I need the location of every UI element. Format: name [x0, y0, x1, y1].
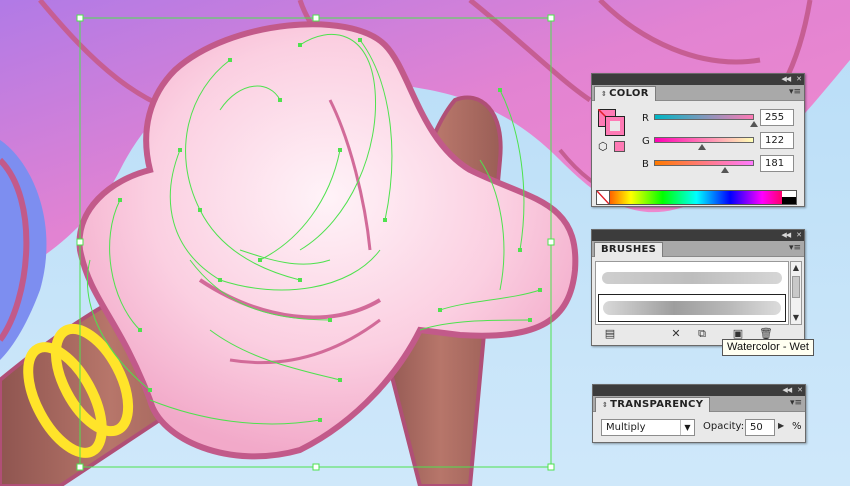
color-spectrum[interactable]: [596, 190, 797, 205]
brush-libraries-icon[interactable]: ▤: [603, 327, 617, 341]
tab-transparency[interactable]: ⇕ TRANSPARENCY: [595, 397, 711, 412]
close-icon[interactable]: ✕: [797, 387, 803, 394]
brush-list[interactable]: [595, 261, 789, 325]
scroll-thumb[interactable]: [792, 276, 800, 298]
blue-channel-label: B: [642, 159, 649, 170]
close-icon[interactable]: ✕: [796, 232, 802, 239]
tab-color[interactable]: ⇕ COLOR: [594, 86, 656, 101]
brush-tooltip: Watercolor - Wet: [722, 339, 814, 356]
tab-arrows-icon: ⇕: [601, 90, 608, 98]
tab-brushes[interactable]: BRUSHES: [594, 242, 664, 257]
red-channel-row: R 255: [642, 109, 794, 129]
transparency-panel-title: TRANSPARENCY: [610, 399, 704, 410]
none-swatch[interactable]: [596, 190, 610, 205]
chevron-down-icon[interactable]: ▼: [680, 420, 694, 435]
opacity-dropdown-icon[interactable]: ▶: [778, 421, 784, 430]
blue-slider-track[interactable]: [654, 160, 754, 166]
red-slider-track[interactable]: [654, 114, 754, 120]
brush-list-scrollbar[interactable]: ▲ ▼: [790, 261, 802, 325]
opacity-label: Opacity:: [703, 421, 745, 432]
brushes-panel-tabbar: BRUSHES ▾≡: [592, 241, 804, 257]
green-slider-track[interactable]: [654, 137, 754, 143]
brush-item-selected[interactable]: [598, 294, 786, 322]
panel-menu-icon[interactable]: ▾≡: [789, 244, 801, 253]
transparency-panel-titlebar[interactable]: ◀◀ ✕: [593, 385, 805, 396]
blue-value-input[interactable]: 181: [760, 155, 794, 172]
remove-stroke-icon[interactable]: ✕: [669, 327, 683, 341]
panel-menu-icon[interactable]: ▾≡: [789, 88, 801, 97]
transparency-panel-tabbar: ⇕ TRANSPARENCY ▾≡: [593, 396, 805, 412]
brush-stroke-preview: [602, 272, 782, 284]
color-panel: ◀◀ ✕ ⇕ COLOR ▾≡ ⬡ R 255 G 122 B 181: [591, 73, 805, 207]
green-channel-label: G: [642, 136, 650, 147]
brushes-panel: ◀◀ ✕ BRUSHES ▾≡ ▲ ▼ ▤ ✕ ⧉ ▣ 🗑: [591, 229, 805, 346]
brush-options-icon[interactable]: ⧉: [695, 327, 709, 341]
red-value-input[interactable]: 255: [760, 109, 794, 126]
color-panel-body: ⬡ R 255 G 122 B 181: [592, 101, 804, 206]
cube-icon[interactable]: ⬡: [598, 141, 608, 152]
stroke-swatch[interactable]: [605, 116, 625, 136]
brushes-panel-title: BRUSHES: [601, 244, 657, 255]
brushes-panel-titlebar[interactable]: ◀◀ ✕: [592, 230, 804, 241]
color-panel-title: COLOR: [609, 88, 649, 99]
color-panel-titlebar[interactable]: ◀◀ ✕: [592, 74, 804, 85]
color-panel-tabbar: ⇕ COLOR ▾≡: [592, 85, 804, 101]
collapse-icon[interactable]: ◀◀: [782, 387, 792, 394]
blend-mode-select[interactable]: Multiply ▼: [601, 419, 695, 436]
brush-item[interactable]: [598, 264, 786, 292]
blue-slider-thumb[interactable]: [721, 167, 729, 173]
green-channel-row: G 122: [642, 132, 794, 152]
scroll-up-icon[interactable]: ▲: [791, 262, 801, 274]
opacity-input[interactable]: 50: [745, 419, 775, 436]
red-slider-thumb[interactable]: [750, 121, 758, 127]
last-color-swatch[interactable]: [614, 141, 625, 152]
green-slider-thumb[interactable]: [698, 144, 706, 150]
brush-stroke-preview: [603, 301, 781, 315]
collapse-icon[interactable]: ◀◀: [781, 76, 791, 83]
opacity-unit: %: [792, 421, 802, 432]
blue-channel-row: B 181: [642, 155, 794, 175]
transparency-panel-body: Multiply ▼ Opacity: 50 ▶ %: [593, 412, 805, 443]
scroll-down-icon[interactable]: ▼: [791, 312, 801, 324]
tab-arrows-icon: ⇕: [602, 401, 609, 409]
transparency-panel: ◀◀ ✕ ⇕ TRANSPARENCY ▾≡ Multiply ▼ Opacity…: [592, 384, 806, 443]
blend-mode-value: Multiply: [606, 422, 646, 433]
red-channel-label: R: [642, 113, 649, 124]
green-value-input[interactable]: 122: [760, 132, 794, 149]
collapse-icon[interactable]: ◀◀: [781, 232, 791, 239]
panel-menu-icon[interactable]: ▾≡: [790, 399, 802, 408]
close-icon[interactable]: ✕: [796, 76, 802, 83]
